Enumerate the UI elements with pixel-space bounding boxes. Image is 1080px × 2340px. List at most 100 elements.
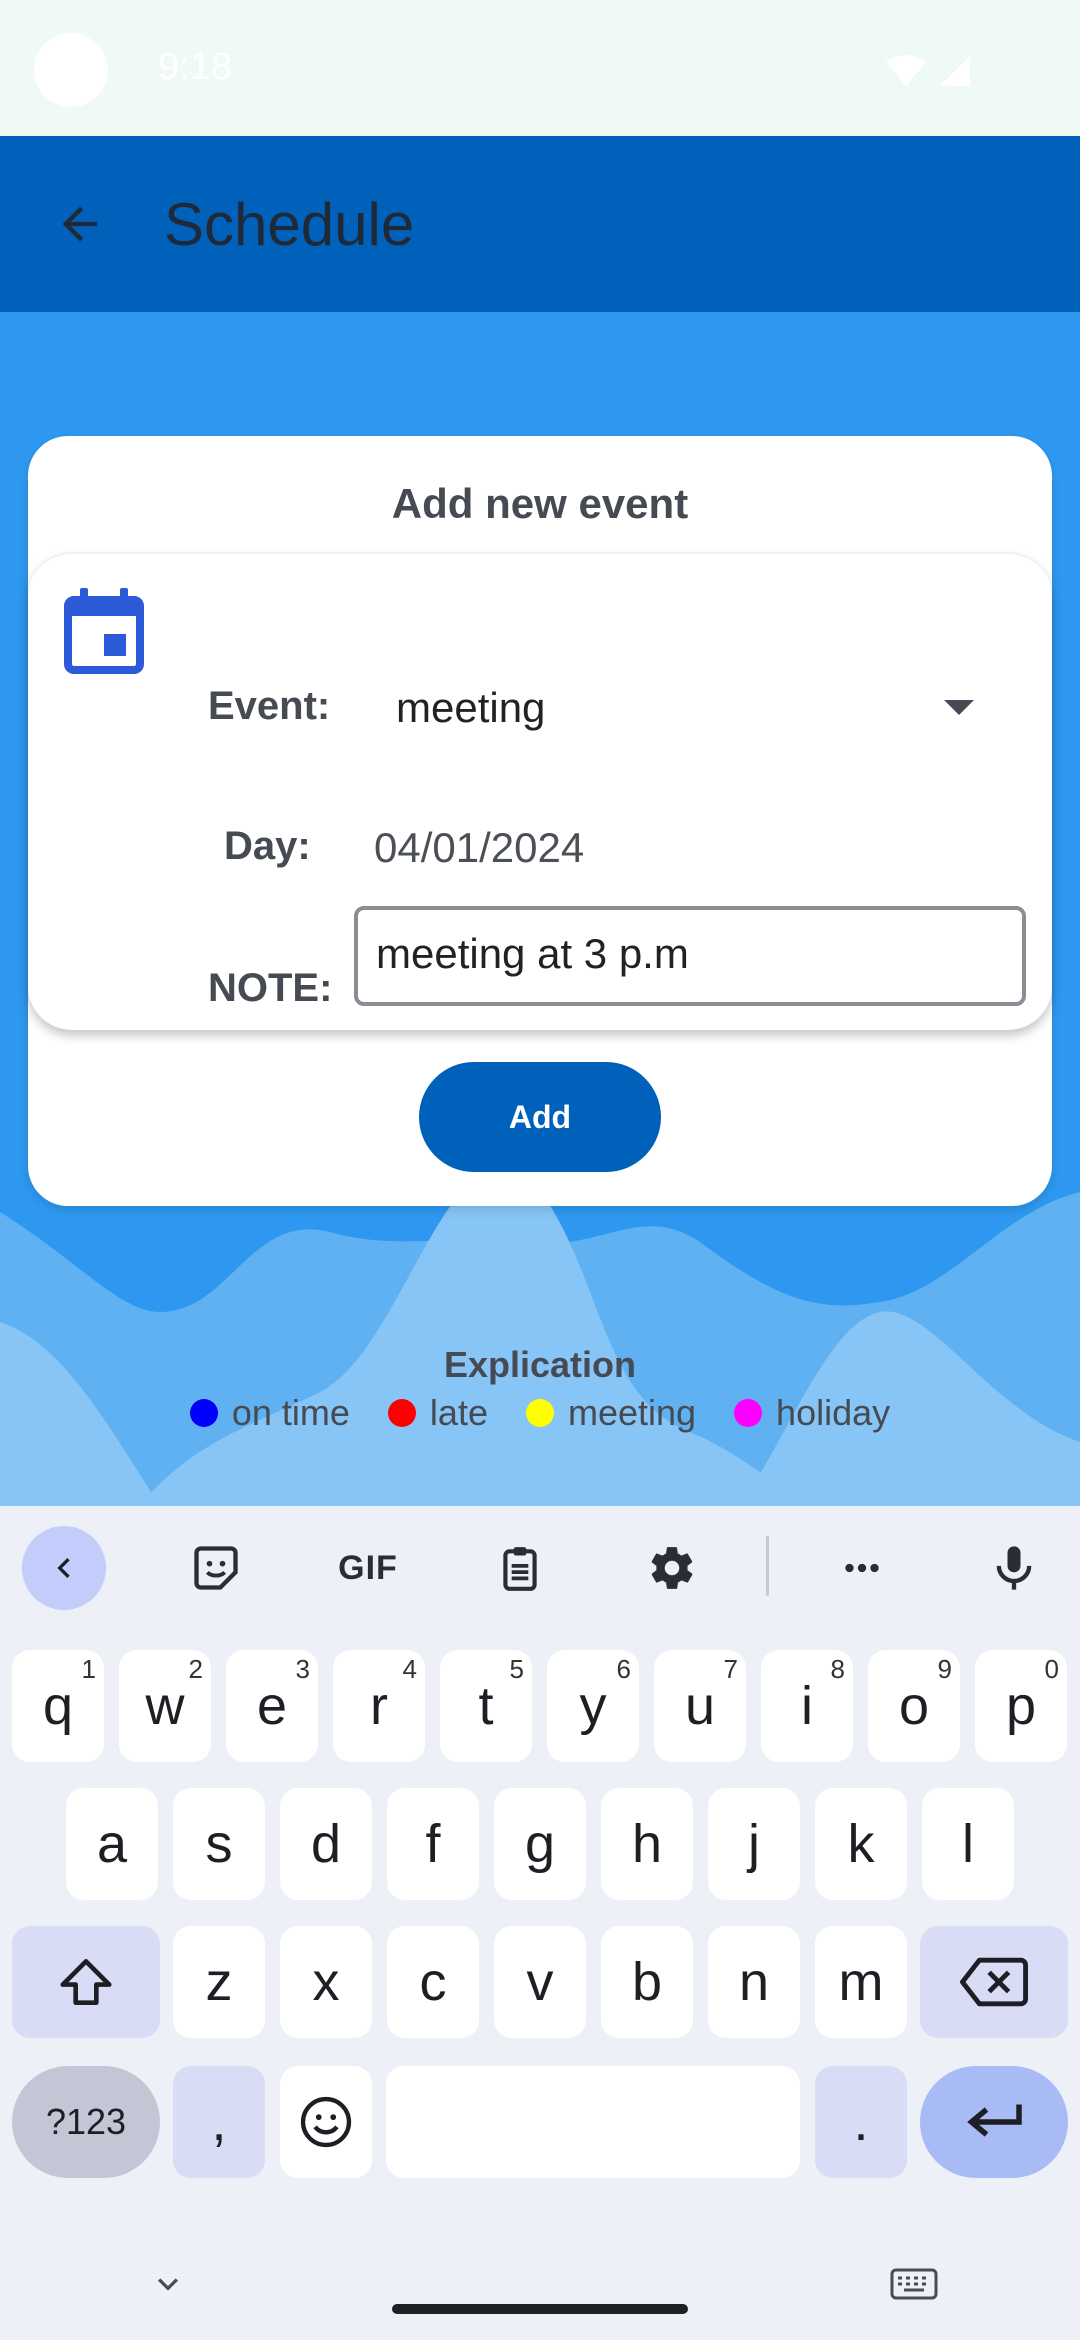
legend-dot	[189, 1399, 218, 1427]
key-a[interactable]: a	[66, 1788, 158, 1900]
key-w[interactable]: w2	[119, 1650, 211, 1762]
soft-keyboard: GIF q1 w2 e3 r4 t5 y6 u7 i8 o9 p0 a s d …	[0, 1506, 1080, 2340]
legend-title: Explication	[443, 1344, 637, 1385]
keyboard-icon	[890, 2268, 938, 2300]
key-b[interactable]: b	[601, 1926, 693, 2038]
legend-item-late: late	[387, 1392, 488, 1434]
key-y[interactable]: y6	[547, 1650, 639, 1762]
gif-button[interactable]: GIF	[326, 1526, 410, 1610]
collapse-keyboard-button[interactable]	[22, 1526, 106, 1610]
legend-label: late	[429, 1392, 488, 1433]
event-type-dropdown[interactable]: meeting	[396, 684, 545, 732]
backspace-key[interactable]	[920, 1926, 1068, 2038]
clipboard-button[interactable]	[478, 1526, 562, 1610]
enter-key[interactable]	[920, 2066, 1068, 2178]
dropdown-arrow-icon[interactable]	[944, 700, 974, 715]
enter-icon	[967, 2104, 1022, 2137]
key-char: y	[579, 1676, 607, 1736]
key-h[interactable]: h	[601, 1788, 693, 1900]
emoji-key[interactable]	[280, 2066, 372, 2178]
key-o[interactable]: o9	[868, 1650, 960, 1762]
key-t[interactable]: t5	[440, 1650, 532, 1762]
key-j[interactable]: j	[708, 1788, 800, 1900]
key-hint: 6	[616, 1654, 631, 1684]
key-char: i	[801, 1676, 813, 1736]
chevron-left-icon	[57, 1558, 70, 1578]
add-button[interactable]: Add	[419, 1062, 661, 1172]
key-hint: 8	[830, 1654, 845, 1684]
navigation-row	[0, 2226, 1080, 2340]
clipboard-icon	[503, 1547, 537, 1591]
comma-key[interactable]: ,	[173, 2066, 265, 2178]
key-l[interactable]: l	[922, 1788, 1014, 1900]
symbols-key[interactable]: ?123	[12, 2066, 160, 2178]
key-x[interactable]: x	[280, 1926, 372, 2038]
status-bar: 9:18	[0, 0, 1080, 136]
day-label: Day:	[224, 824, 311, 868]
key-u[interactable]: u7	[654, 1650, 746, 1762]
key-hint: 5	[509, 1654, 524, 1684]
key-i[interactable]: i8	[761, 1650, 853, 1762]
key-hint: 7	[723, 1654, 738, 1684]
mic-icon	[996, 1546, 1032, 1590]
space-key[interactable]	[386, 2066, 800, 2178]
key-q[interactable]: q1	[12, 1650, 104, 1762]
note-input[interactable]: meeting at 3 p.m	[354, 906, 1026, 1006]
legend-dot	[387, 1399, 416, 1427]
legend-label: on time	[231, 1392, 350, 1433]
arrow-back-icon	[62, 206, 98, 242]
key-f[interactable]: f	[387, 1788, 479, 1900]
wifi-icon	[886, 55, 926, 86]
shift-key[interactable]	[12, 1926, 160, 2038]
key-char: o	[898, 1676, 930, 1736]
key-v[interactable]: v	[494, 1926, 586, 2038]
key-char: w	[145, 1676, 185, 1736]
note-label: NOTE:	[208, 966, 333, 1010]
key-e[interactable]: e3	[226, 1650, 318, 1762]
key-char: p	[1005, 1676, 1037, 1736]
gif-label: GIF	[338, 1548, 398, 1587]
key-p[interactable]: p0	[975, 1650, 1067, 1762]
legend-item-on-time: on time	[189, 1392, 350, 1434]
key-hint: 2	[188, 1654, 203, 1684]
key-g[interactable]: g	[494, 1788, 586, 1900]
more-button[interactable]	[820, 1526, 904, 1610]
add-event-dialog: Add new event Event: meeting Day: 04/01/…	[28, 436, 1052, 1206]
key-s[interactable]: s	[173, 1788, 265, 1900]
keyboard-toolbar: GIF	[0, 1506, 1080, 1626]
voice-input-button[interactable]	[972, 1526, 1056, 1610]
status-time: 9:18	[158, 46, 232, 88]
key-d[interactable]: d	[280, 1788, 372, 1900]
signal-icon	[940, 56, 970, 86]
backspace-icon	[960, 1957, 1028, 2007]
hide-keyboard-button[interactable]	[140, 2256, 196, 2312]
key-m[interactable]: m	[815, 1926, 907, 2038]
dialog-title: Add new event	[391, 480, 689, 527]
key-hint: 0	[1044, 1654, 1059, 1684]
day-field[interactable]: 04/01/2024	[374, 824, 584, 872]
shift-icon	[60, 1959, 112, 2005]
sticker-button[interactable]	[174, 1526, 258, 1610]
back-button[interactable]	[44, 188, 116, 260]
key-char: q	[42, 1676, 74, 1736]
key-n[interactable]: n	[708, 1926, 800, 2038]
key-k[interactable]: k	[815, 1788, 907, 1900]
key-char: r	[370, 1676, 388, 1736]
period-key[interactable]: .	[815, 2066, 907, 2178]
legend-item-holiday: holiday	[734, 1392, 890, 1434]
settings-button[interactable]	[630, 1526, 714, 1610]
legend-dot	[734, 1399, 763, 1427]
chevron-down-icon	[158, 2278, 178, 2291]
keyboard-switch-button[interactable]	[884, 2256, 944, 2312]
app-bar: Schedule	[0, 136, 1080, 312]
key-c[interactable]: c	[387, 1926, 479, 2038]
sticker-icon	[194, 1546, 238, 1590]
key-hint: 4	[402, 1654, 417, 1684]
key-r[interactable]: r4	[333, 1650, 425, 1762]
key-z[interactable]: z	[173, 1926, 265, 2038]
key-hint: 9	[937, 1654, 952, 1684]
legend-label: meeting	[567, 1392, 697, 1433]
camera-cutout	[34, 33, 108, 107]
key-char: u	[684, 1676, 716, 1736]
home-indicator[interactable]	[392, 2304, 688, 2314]
